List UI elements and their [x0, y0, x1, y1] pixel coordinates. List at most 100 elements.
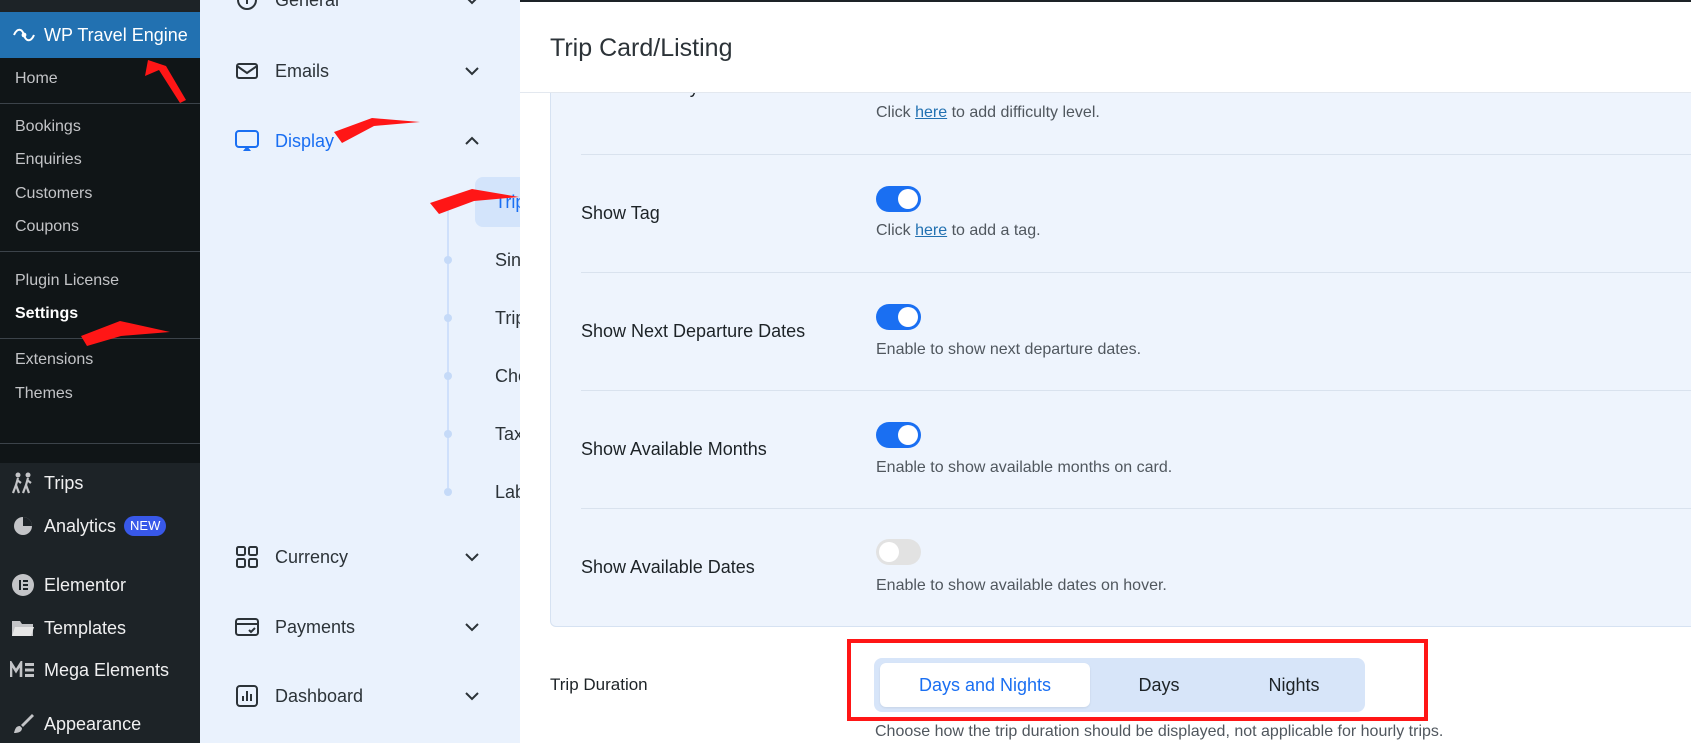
grid-icon [234, 544, 260, 570]
submenu-divider [0, 251, 200, 252]
nav-group-label: Display [275, 130, 335, 151]
toggle-knob [898, 307, 918, 327]
difficulty-here-link[interactable]: here [915, 104, 947, 121]
chevron-down-icon[interactable] [462, 547, 482, 567]
nav-dot [444, 198, 452, 206]
nav-group-label: Currency [275, 546, 349, 567]
main-content: Show Difficulty Click here to add diffic… [520, 0, 1691, 743]
pie-chart-icon [10, 515, 36, 537]
option-label-show-available-months: Show Available Months [581, 439, 767, 459]
nav-dot [444, 314, 452, 322]
hikers-icon [10, 471, 36, 495]
bar-chart-icon [234, 683, 260, 709]
menu-elementor[interactable]: Elementor [0, 567, 200, 603]
toggle-knob [898, 425, 918, 445]
chevron-down-icon[interactable] [462, 617, 482, 637]
page-title: Trip Card/Listing [550, 34, 733, 62]
nav-group-label: General [275, 0, 339, 11]
submenu-enquiries[interactable]: Enquiries [15, 151, 82, 169]
menu-label: Templates [44, 617, 127, 638]
toggle-knob [879, 542, 899, 562]
submenu-divider [0, 443, 200, 444]
submenu-themes[interactable]: Themes [15, 385, 73, 403]
option-label-show-tag: Show Tag [581, 203, 660, 223]
new-badge: NEW [124, 516, 167, 536]
trip-duration-label: Trip Duration [550, 675, 648, 694]
option-desc-show-available-months: Enable to show available months on card. [876, 459, 1173, 476]
trip-duration-help-text: Choose how the trip duration should be d… [875, 723, 1444, 740]
card-options-panel: Show Difficulty Click here to add diffic… [550, 77, 1691, 627]
submenu-plugin-license[interactable]: Plugin License [15, 272, 119, 290]
menu-label: Mega Elements [44, 659, 170, 680]
folder-icon [10, 618, 36, 638]
toggle-knob [898, 189, 918, 209]
option-desc-show-next-departure-dates: Enable to show next departure dates. [876, 341, 1142, 358]
mega-elements-icon [10, 661, 36, 679]
submenu-customers[interactable]: Customers [15, 185, 92, 203]
nav-dot [444, 430, 452, 438]
nav-group-general[interactable]: General [200, 0, 520, 22]
nav-group-display[interactable]: Display [200, 119, 520, 163]
nav-dot [444, 256, 452, 264]
menu-trips[interactable]: Trips [0, 465, 200, 501]
menu-appearance[interactable]: Appearance [0, 706, 200, 742]
chevron-down-icon[interactable] [462, 61, 482, 81]
menu-templates[interactable]: Templates [0, 610, 200, 646]
nav-dot [444, 488, 452, 496]
chevron-down-icon[interactable] [462, 686, 482, 706]
menu-mega-elements[interactable]: Mega Elements [0, 652, 200, 688]
submenu-settings[interactable]: Settings [15, 305, 78, 323]
display-submenu-line [447, 200, 449, 488]
paintbrush-icon [10, 712, 36, 736]
show-tag-toggle[interactable] [876, 186, 921, 212]
desc-text: Click [876, 104, 916, 121]
option-label-show-next-departure-dates: Show Next Departure Dates [581, 321, 806, 341]
wp-travel-engine-logo-icon [12, 25, 38, 45]
settings-nav: General Emails Display Trip Card/Listing… [200, 0, 700, 743]
desc-text: to add a tag. [947, 222, 1041, 239]
row-divider [581, 272, 1691, 273]
nav-group-currency[interactable]: Currency [200, 535, 520, 579]
desc-text: to add difficulty level. [947, 104, 1100, 121]
info-circle-icon [234, 0, 260, 13]
wp-travel-engine-submenu: Home Bookings Enquiries Customers Coupon… [0, 58, 200, 463]
menu-label: Analytics [44, 515, 117, 536]
submenu-extensions[interactable]: Extensions [15, 351, 93, 369]
show-available-dates-toggle[interactable] [876, 539, 921, 565]
option-desc-show-tag: Click here to add a tag. [876, 222, 1041, 240]
show-available-months-toggle[interactable] [876, 422, 921, 448]
submenu-home[interactable]: Home [15, 70, 58, 88]
wp-travel-engine-menu[interactable]: WP Travel Engine [0, 12, 200, 58]
show-next-departure-dates-toggle[interactable] [876, 304, 921, 330]
row-divider [581, 508, 1691, 509]
nav-dot [444, 372, 452, 380]
menu-analytics[interactable]: Analytics NEW [0, 508, 200, 544]
nav-group-label: Emails [275, 60, 330, 81]
option-label-show-available-dates: Show Available Dates [581, 557, 755, 577]
submenu-bookings[interactable]: Bookings [15, 118, 81, 136]
menu-label: Trips [44, 472, 84, 493]
chevron-down-icon[interactable] [462, 0, 482, 10]
annotation-highlight-box [847, 639, 1428, 721]
elementor-icon [10, 573, 36, 597]
page-header: Trip Card/Listing [520, 2, 1691, 93]
tag-here-link[interactable]: here [915, 222, 947, 239]
card-icon [234, 614, 260, 640]
submenu-divider [0, 338, 200, 339]
menu-label: Elementor [44, 574, 127, 595]
option-desc-show-available-dates: Enable to show available dates on hover. [876, 577, 1167, 594]
display-icon [234, 128, 260, 154]
row-divider [581, 390, 1691, 391]
chevron-up-icon[interactable] [462, 131, 482, 151]
nav-group-dashboard[interactable]: Dashboard [200, 674, 520, 718]
nav-group-emails[interactable]: Emails [200, 49, 520, 93]
wp-admin-sidebar: WP Travel Engine Home Bookings Enquiries… [0, 0, 200, 743]
option-desc-show-difficulty: Click here to add difficulty level. [876, 104, 1100, 122]
wp-travel-engine-label: WP Travel Engine [44, 24, 188, 45]
nav-group-label: Payments [275, 616, 356, 637]
envelope-icon [234, 58, 260, 84]
nav-group-payments[interactable]: Payments [200, 605, 520, 649]
desc-text: Click [876, 222, 916, 239]
submenu-coupons[interactable]: Coupons [15, 218, 79, 236]
row-divider [581, 154, 1691, 155]
